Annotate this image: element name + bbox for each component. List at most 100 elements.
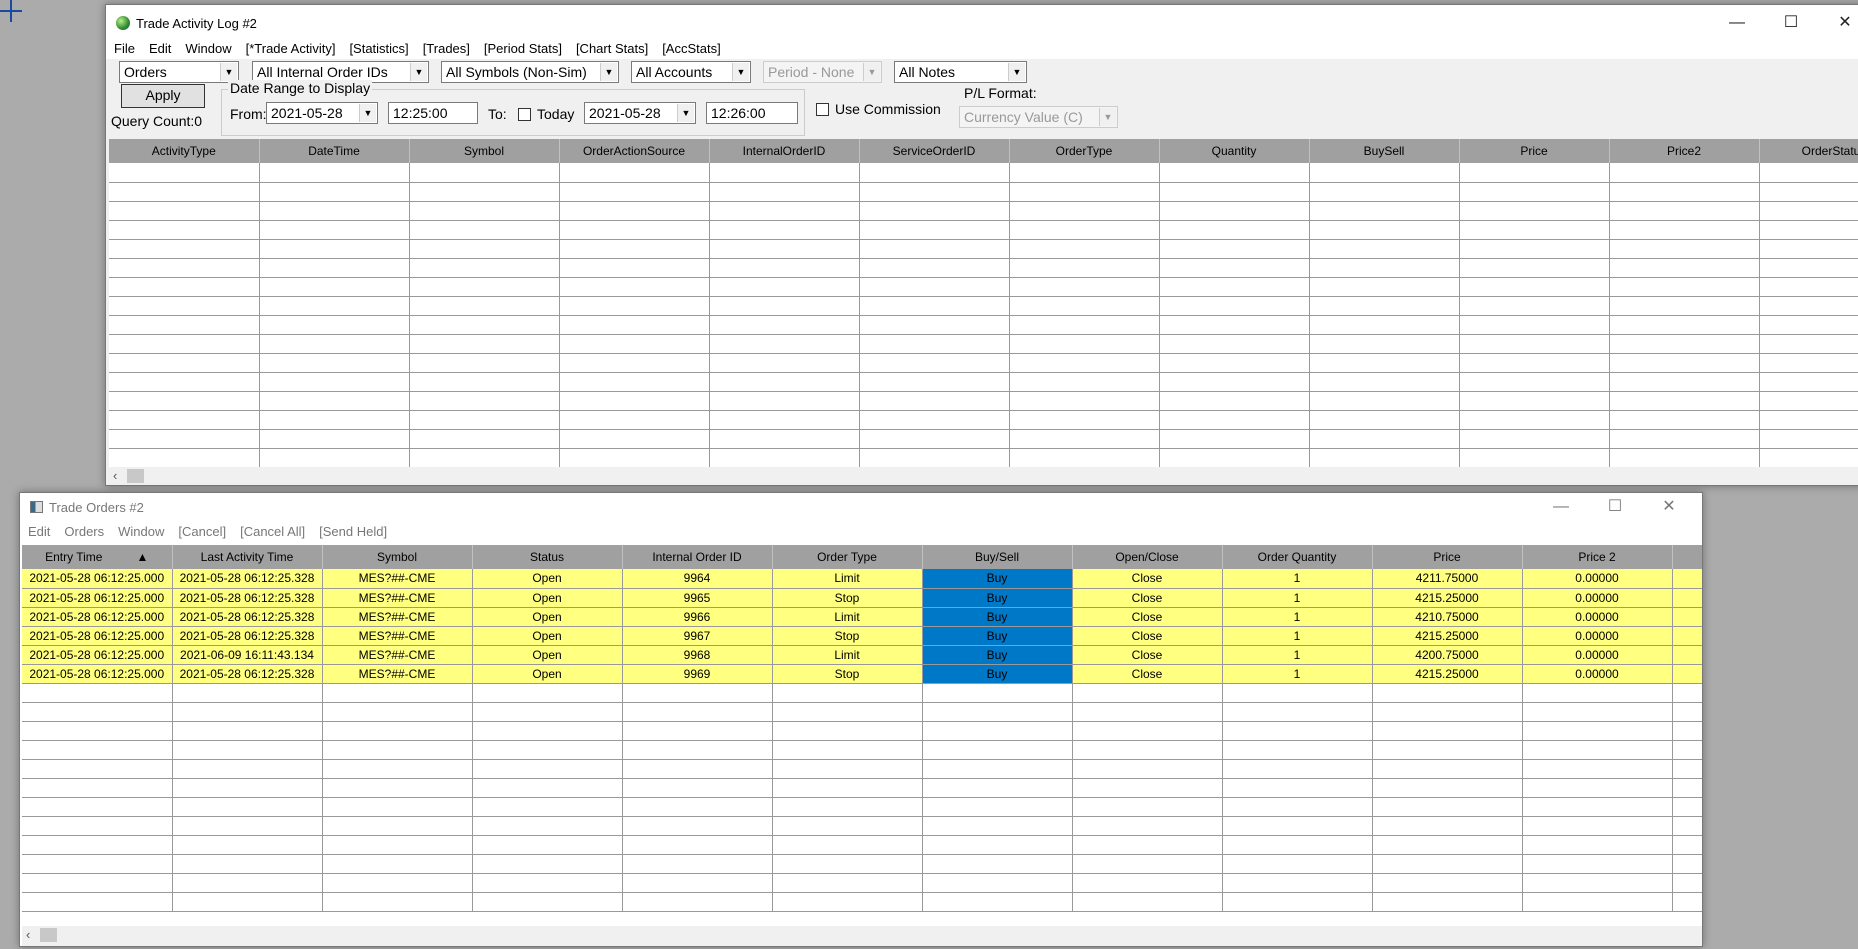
table-cell[interactable]	[1459, 239, 1610, 259]
table-cell[interactable]	[1009, 182, 1160, 202]
table-cell[interactable]	[559, 258, 710, 278]
table-cell[interactable]	[1522, 816, 1673, 836]
table-cell[interactable]	[1309, 258, 1460, 278]
table-cell[interactable]	[772, 816, 923, 836]
table-cell[interactable]	[1522, 759, 1673, 779]
column-header[interactable]: ServiceOrderID	[859, 139, 1010, 163]
table-cell[interactable]	[922, 816, 1073, 836]
table-cell[interactable]	[1672, 759, 1702, 779]
table-cell[interactable]	[1609, 258, 1760, 278]
order-cell[interactable]: 1	[1222, 588, 1373, 608]
table-cell[interactable]	[559, 429, 710, 449]
table-cell[interactable]	[172, 759, 323, 779]
table-cell[interactable]	[859, 163, 1010, 183]
table-cell[interactable]	[1222, 892, 1373, 912]
table-cell[interactable]	[772, 721, 923, 741]
menu-statistics[interactable]: [Statistics]	[349, 41, 408, 59]
column-header[interactable]: Price	[1459, 139, 1610, 163]
table-cell[interactable]	[409, 220, 560, 240]
order-cell[interactable]: Limit	[772, 569, 923, 589]
column-header[interactable]: Status	[472, 545, 623, 569]
table-cell[interactable]	[1759, 296, 1858, 316]
table-cell[interactable]	[1672, 702, 1702, 722]
order-cell[interactable]: 0.00000	[1522, 569, 1673, 589]
table-cell[interactable]	[622, 816, 773, 836]
column-header[interactable]: OrderStatus	[1759, 139, 1858, 163]
symbols-select[interactable]: All Symbols (Non-Sim) ▼	[441, 61, 619, 83]
table-cell[interactable]	[1609, 353, 1760, 373]
order-cell[interactable]: Close	[1072, 626, 1223, 646]
order-cell[interactable]: Close	[1072, 588, 1223, 608]
table-cell[interactable]	[322, 835, 473, 855]
order-cell[interactable]: 1	[1222, 664, 1373, 684]
table-cell[interactable]	[409, 372, 560, 392]
table-cell[interactable]	[1609, 391, 1760, 411]
activity-grid[interactable]: ActivityType DateTime Symbol OrderActionSou…	[109, 139, 1858, 467]
table-cell[interactable]	[409, 391, 560, 411]
table-cell[interactable]	[1309, 163, 1460, 183]
table-row[interactable]	[22, 835, 1702, 855]
order-cell[interactable]: 2021-06-09 16:11:43.134	[172, 645, 323, 665]
table-row[interactable]	[109, 239, 1858, 259]
table-cell[interactable]	[622, 740, 773, 760]
table-cell[interactable]	[322, 721, 473, 741]
table-cell[interactable]	[1159, 201, 1310, 221]
table-cell[interactable]	[1159, 372, 1310, 392]
order-cell[interactable]: 2021-05-28 06:12:25.328	[172, 607, 323, 627]
order-cell[interactable]: 2021-05-28 06:12:25.000	[22, 664, 173, 684]
table-row[interactable]	[109, 334, 1858, 354]
table-cell[interactable]	[559, 220, 710, 240]
table-cell[interactable]	[1072, 778, 1223, 798]
order-row[interactable]: 2021-05-28 06:12:25.000 2021-05-28 06:12:…	[22, 626, 1702, 646]
table-cell[interactable]	[1222, 854, 1373, 874]
table-cell[interactable]	[409, 315, 560, 335]
table-cell[interactable]	[1372, 721, 1523, 741]
table-row[interactable]	[22, 683, 1702, 703]
table-cell[interactable]	[1459, 182, 1610, 202]
order-row[interactable]: 2021-05-28 06:12:25.000 2021-05-28 06:12:…	[22, 588, 1702, 608]
menu-trades[interactable]: [Trades]	[423, 41, 470, 59]
table-cell[interactable]	[22, 778, 173, 798]
table-row[interactable]	[109, 353, 1858, 373]
table-cell[interactable]	[259, 201, 410, 221]
menu-orders[interactable]: Orders	[64, 524, 104, 542]
table-cell[interactable]	[1759, 334, 1858, 354]
horizontal-scrollbar[interactable]: ‹	[109, 467, 1858, 485]
column-header[interactable]: Price 2	[1522, 545, 1673, 569]
table-cell[interactable]	[472, 835, 623, 855]
table-cell[interactable]	[1009, 239, 1160, 259]
order-cell[interactable]: Open	[472, 645, 623, 665]
table-cell[interactable]	[859, 410, 1010, 430]
table-cell[interactable]	[1759, 410, 1858, 430]
table-cell[interactable]	[1009, 410, 1160, 430]
table-row[interactable]	[109, 372, 1858, 392]
table-cell[interactable]	[1672, 892, 1702, 912]
table-cell[interactable]	[1159, 429, 1310, 449]
table-cell[interactable]	[172, 854, 323, 874]
table-row[interactable]	[22, 816, 1702, 836]
table-cell[interactable]	[409, 296, 560, 316]
table-cell[interactable]	[1609, 163, 1760, 183]
table-cell[interactable]	[472, 759, 623, 779]
table-cell[interactable]	[622, 854, 773, 874]
order-cell[interactable]: 4211.75000	[1372, 569, 1523, 589]
table-cell[interactable]	[1009, 429, 1160, 449]
minimize-button[interactable]: —	[1534, 495, 1588, 519]
table-cell[interactable]	[622, 683, 773, 703]
table-cell[interactable]	[1522, 892, 1673, 912]
table-cell[interactable]	[1309, 182, 1460, 202]
table-cell[interactable]	[859, 372, 1010, 392]
table-cell[interactable]	[922, 740, 1073, 760]
table-cell[interactable]	[259, 448, 410, 467]
order-cell[interactable]: 2021-05-28 06:12:25.000	[22, 569, 173, 589]
table-cell[interactable]	[1222, 778, 1373, 798]
to-time-input[interactable]: 12:26:00	[706, 102, 798, 124]
table-cell[interactable]	[1759, 201, 1858, 221]
table-cell[interactable]	[709, 448, 860, 467]
table-cell[interactable]	[1159, 391, 1310, 411]
table-cell[interactable]	[472, 854, 623, 874]
table-cell[interactable]	[709, 277, 860, 297]
order-cell[interactable]: 2021-05-28 06:12:25.328	[172, 588, 323, 608]
table-cell[interactable]	[922, 873, 1073, 893]
order-cell[interactable]: 2021-05-28 06:12:25.000	[22, 626, 173, 646]
